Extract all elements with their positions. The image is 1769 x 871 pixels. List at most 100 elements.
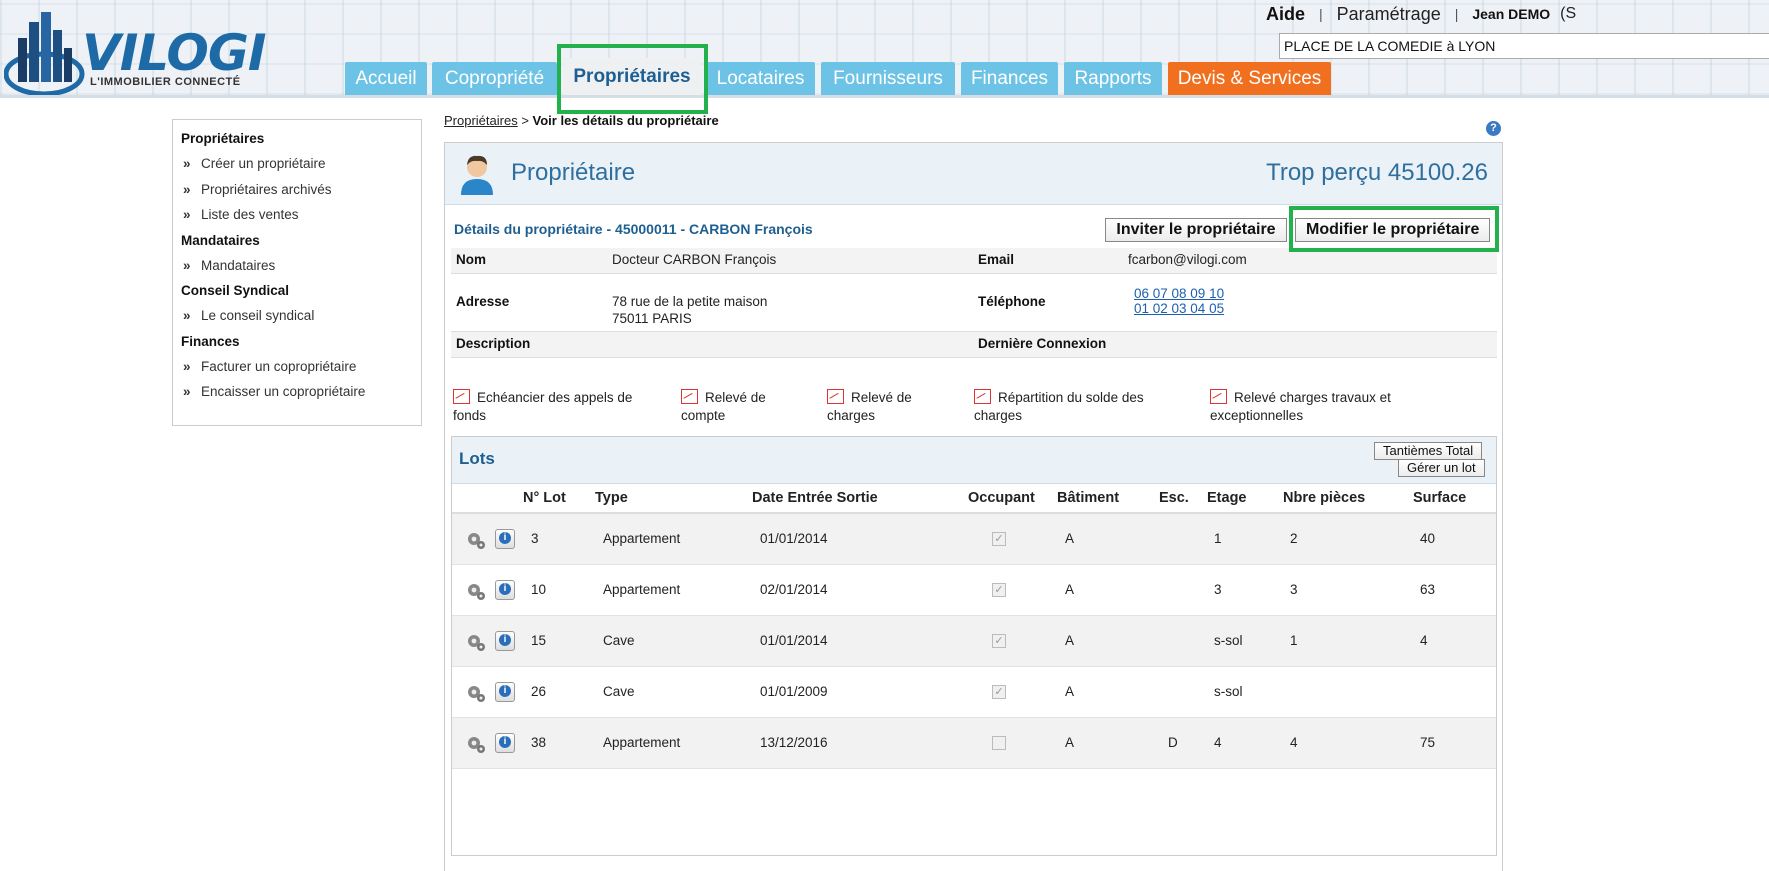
- manage-lot-button[interactable]: Gérer un lot: [1398, 459, 1485, 477]
- nom-label: Nom: [456, 252, 486, 267]
- panel-header: Propriétaire Trop perçu 45100.26: [445, 143, 1502, 205]
- doc-echeancier[interactable]: Echéancier des appels de fonds: [453, 389, 653, 425]
- user-name[interactable]: Jean DEMO: [1472, 6, 1550, 22]
- info-icon[interactable]: [495, 529, 515, 549]
- tab-rapports[interactable]: Rapports: [1064, 62, 1162, 95]
- lots-table-header: N° Lot Type Date Entrée Sortie Occupant …: [452, 484, 1496, 514]
- last-connection-label: Dernière Connexion: [978, 336, 1107, 351]
- tab-accueil[interactable]: Accueil: [345, 62, 427, 95]
- sidebar-item-encaisser[interactable]: Encaisser un copropriétaire: [181, 379, 413, 405]
- gear-icon[interactable]: [466, 632, 486, 652]
- cell-type: Cave: [603, 633, 635, 648]
- occupant-checkbox: ✓: [992, 532, 1006, 546]
- sidebar-heading-mandataires: Mandataires: [181, 232, 260, 248]
- cell-type: Cave: [603, 684, 635, 699]
- cell-type: Appartement: [603, 735, 681, 750]
- sidebar-item-liste-ventes[interactable]: Liste des ventes: [181, 202, 413, 228]
- info-row-adresse: Adresse 78 rue de la petite maison 75011…: [451, 274, 1497, 332]
- doc-releve-travaux[interactable]: Relevé charges travaux et exceptionnelles: [1210, 389, 1420, 425]
- cell-etage: s-sol: [1214, 684, 1243, 699]
- cell-lot: 15: [531, 633, 547, 648]
- col-date[interactable]: Date Entrée Sortie: [752, 490, 878, 506]
- table-row: 10 Appartement 02/01/2014 ✓ A 3 3 63: [452, 565, 1496, 616]
- tantiemes-total-button[interactable]: Tantièmes Total: [1374, 442, 1483, 460]
- cell-surface: 75: [1420, 735, 1436, 750]
- cell-surface: 40: [1420, 531, 1436, 546]
- sidebar-item-mandataires[interactable]: Mandataires: [181, 253, 413, 279]
- breadcrumb-separator: >: [517, 113, 533, 128]
- info-icon[interactable]: [495, 682, 515, 702]
- col-occupant[interactable]: Occupant: [968, 490, 1035, 506]
- cell-etage: 4: [1214, 735, 1222, 750]
- cell-pieces: 3: [1290, 582, 1298, 597]
- pdf-icon: [453, 389, 470, 404]
- cell-lot: 38: [531, 735, 547, 750]
- tab-devis-services[interactable]: Devis & Services: [1168, 62, 1331, 95]
- sidebar-item-proprietaires-archives[interactable]: Propriétaires archivés: [181, 177, 413, 203]
- cell-batiment: A: [1065, 582, 1075, 597]
- telephone-link-1[interactable]: 06 07 08 09 10: [1134, 286, 1224, 301]
- info-icon[interactable]: [495, 580, 515, 600]
- cell-batiment: A: [1065, 735, 1075, 750]
- breadcrumb-link-proprietaires[interactable]: Propriétaires: [444, 113, 518, 128]
- occupant-checkbox: ✓: [992, 685, 1006, 699]
- cell-lot: 26: [531, 684, 547, 699]
- pdf-icon: [974, 389, 991, 404]
- telephone-values: 06 07 08 09 10 01 02 03 04 05: [1134, 286, 1224, 316]
- settings-link[interactable]: Paramétrage: [1337, 4, 1441, 25]
- documents-row: Echéancier des appels de fonds Relevé de c…: [451, 389, 1497, 429]
- adresse-line1: 78 rue de la petite maison: [612, 294, 768, 309]
- invite-owner-button[interactable]: Inviter le propriétaire: [1105, 218, 1287, 242]
- pdf-icon: [1210, 389, 1227, 404]
- adresse-line2: 75011 PARIS: [612, 311, 692, 326]
- sidebar-item-facturer[interactable]: Facturer un copropriétaire: [181, 354, 413, 380]
- cell-batiment: A: [1065, 531, 1075, 546]
- table-row: 15 Cave 01/01/2014 ✓ As-sol 1 4: [452, 616, 1496, 667]
- cell-date: 01/01/2014: [760, 633, 828, 648]
- info-icon[interactable]: [495, 631, 515, 651]
- telephone-link-2[interactable]: 01 02 03 04 05: [1134, 301, 1224, 316]
- sidebar-heading-finances: Finances: [181, 333, 240, 349]
- help-link[interactable]: Aide: [1266, 4, 1305, 25]
- col-pieces[interactable]: Nbre pièces: [1283, 490, 1365, 506]
- sidebar-item-conseil-syndical[interactable]: Le conseil syndical: [181, 303, 413, 329]
- cell-pieces: 4: [1290, 735, 1298, 750]
- info-row-description: Description Dernière Connexion: [451, 332, 1497, 358]
- gear-icon[interactable]: [466, 530, 486, 550]
- cell-pieces: 2: [1290, 531, 1298, 546]
- owner-info-table: Nom Docteur CARBON François Email fcarbo…: [451, 248, 1497, 358]
- col-type[interactable]: Type: [595, 490, 628, 506]
- table-row: 26 Cave 01/01/2009 ✓ As-sol: [452, 667, 1496, 718]
- cell-date: 02/01/2014: [760, 582, 828, 597]
- gear-icon[interactable]: [466, 581, 486, 601]
- gear-icon[interactable]: [466, 683, 486, 703]
- building-search-input[interactable]: [1279, 33, 1769, 59]
- col-etage[interactable]: Etage: [1207, 490, 1247, 506]
- doc-releve-compte[interactable]: Relevé de compte: [681, 389, 791, 425]
- doc-releve-charges[interactable]: Relevé de charges: [827, 389, 937, 425]
- col-esc[interactable]: Esc.: [1159, 490, 1189, 506]
- col-batiment[interactable]: Bâtiment: [1057, 490, 1119, 506]
- sidebar-heading-proprietaires: Propriétaires: [181, 131, 265, 146]
- col-surface[interactable]: Surface: [1413, 490, 1466, 506]
- lots-table: N° Lot Type Date Entrée Sortie Occupant …: [452, 484, 1496, 769]
- lots-rows: 3 Appartement 01/01/2014 ✓ A 1 2 40 10 Appartemen…: [452, 514, 1496, 769]
- sidebar-item-creer-proprietaire[interactable]: Créer un propriétaire: [181, 151, 413, 177]
- cell-surface: 63: [1420, 582, 1436, 597]
- tab-fournisseurs[interactable]: Fournisseurs: [821, 62, 955, 95]
- gear-icon[interactable]: [466, 734, 486, 754]
- occupant-checkbox: ✓: [992, 634, 1006, 648]
- telephone-label: Téléphone: [978, 294, 1046, 309]
- tab-locataires[interactable]: Locataires: [706, 62, 815, 95]
- help-icon[interactable]: ?: [1486, 121, 1501, 136]
- lots-title: Lots: [459, 449, 495, 468]
- tab-copropriete[interactable]: Copropriété: [432, 62, 557, 95]
- info-icon[interactable]: [495, 733, 515, 753]
- occupant-checkbox: ✓: [992, 583, 1006, 597]
- separator: |: [1319, 6, 1323, 22]
- tab-finances[interactable]: Finances: [961, 62, 1058, 95]
- col-lot[interactable]: N° Lot: [523, 490, 566, 506]
- cell-etage: 1: [1214, 531, 1222, 546]
- doc-repartition-solde[interactable]: Répartition du solde des charges: [974, 389, 1174, 425]
- cell-batiment: A: [1065, 684, 1075, 699]
